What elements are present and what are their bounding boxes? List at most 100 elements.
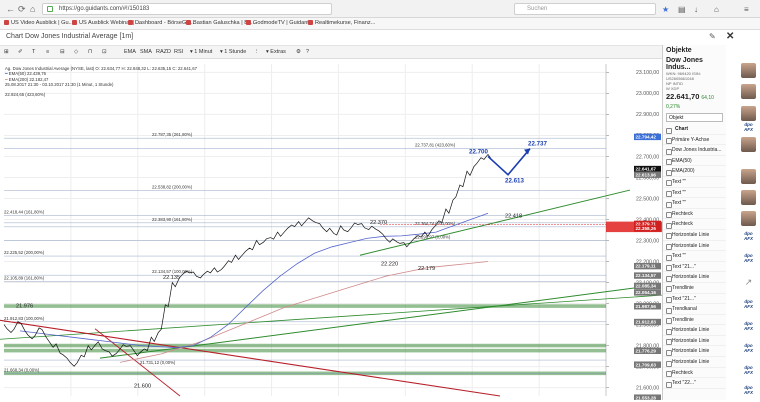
- object-list-item[interactable]: EMA(200): [663, 166, 726, 177]
- share-icon[interactable]: ✎: [709, 32, 716, 41]
- fib-level-label: 22.538,82 (200,00%): [152, 184, 193, 189]
- object-list-item[interactable]: Horizontale Linie: [663, 230, 726, 241]
- y-tick-label: 22.700,00: [636, 154, 659, 160]
- object-input[interactable]: Objekt: [666, 113, 723, 122]
- object-list-item[interactable]: Horizontale Linie: [663, 336, 726, 347]
- dpo-afx-logo[interactable]: dpo AFX: [741, 343, 756, 358]
- bookmark-item[interactable]: US Video Ausblick | Gu...: [4, 20, 73, 26]
- download-icon[interactable]: ↓: [694, 5, 698, 14]
- lines-icon[interactable]: ≡: [46, 49, 49, 55]
- object-list-item[interactable]: Primäre Y-Achse: [663, 135, 726, 146]
- fib-level-label: 22.105,89 (161,80%): [4, 275, 45, 280]
- avatar[interactable]: [741, 106, 756, 121]
- fib-level-label: 21.731,12 (0,00%): [140, 360, 176, 365]
- annotation-label: 22.135: [163, 275, 180, 281]
- annotation-label: 22.418: [505, 214, 522, 220]
- object-list-item[interactable]: EMA(50): [663, 156, 726, 167]
- object-list-item[interactable]: Trendlinie: [663, 283, 726, 294]
- magnet-icon[interactable]: ⊓: [88, 49, 92, 55]
- avatar[interactable]: [741, 169, 756, 184]
- instrument-price: 22.641,70 64,10 0,27%: [663, 91, 726, 111]
- object-list-item[interactable]: Text "": [663, 177, 726, 188]
- instrument-title[interactable]: Dow Jones Indus...: [663, 57, 726, 71]
- object-list-item[interactable]: Rechteck: [663, 209, 726, 220]
- interval-select[interactable]: ▾ 1 Minut: [190, 49, 212, 55]
- price-tag-label: 22.641,67: [636, 167, 657, 172]
- fib-icon[interactable]: ⊟: [60, 49, 65, 55]
- avatar[interactable]: [741, 84, 756, 99]
- object-list-item[interactable]: Text "": [663, 188, 726, 199]
- annotation-label: 22.220: [381, 261, 398, 267]
- dpo-afx-logo[interactable]: dpo AFX: [741, 122, 756, 137]
- object-list-item[interactable]: Horizontale Linie: [663, 325, 726, 336]
- object-list-item[interactable]: Chart: [663, 124, 726, 135]
- object-list-item[interactable]: Text "22...": [663, 378, 726, 389]
- bookmark-item[interactable]: GodmodeTV | Guidants: [246, 20, 312, 26]
- chart-legend: Ag. Dow Jones Industrial Average (NYSE, …: [5, 66, 197, 97]
- lock-tool-icon[interactable]: ⊡: [102, 49, 107, 55]
- draw-icon[interactable]: ✐: [18, 49, 23, 55]
- browser-search-input[interactable]: Suchen: [514, 3, 656, 15]
- dpo-afx-logo[interactable]: dpo AFX: [741, 365, 756, 380]
- library-icon[interactable]: ▤: [678, 5, 686, 14]
- help-icon[interactable]: ?: [306, 49, 309, 55]
- price-chart[interactable]: 23.100,0023.000,0022.900,0022.800,0022.7…: [0, 60, 663, 401]
- period-select[interactable]: ▾ 1 Stunde: [220, 49, 246, 55]
- object-list: Chart Primäre Y-Achse Dow Jones Industria.…: [663, 124, 726, 389]
- avatar[interactable]: [741, 190, 756, 205]
- object-list-item[interactable]: Text "": [663, 251, 726, 262]
- dpo-afx-logo[interactable]: dpo AFX: [741, 299, 756, 314]
- fib-level-label: 21.912,83 (100,00%): [4, 316, 45, 321]
- object-list-item[interactable]: Rechteck: [663, 368, 726, 379]
- dpo-afx-logo[interactable]: dpo AFX: [741, 321, 756, 336]
- close-icon[interactable]: ✕: [726, 31, 734, 42]
- bookmark-item[interactable]: Realtimekurse, Finanz...: [308, 20, 375, 26]
- legend-ema200-text: EMA(200) 22.182,47: [8, 76, 49, 82]
- url-input[interactable]: https://go.guidants.com/#!/150183: [42, 3, 332, 15]
- dpo-afx-logo[interactable]: dpo AFX: [741, 253, 756, 268]
- object-list-item[interactable]: Text "": [663, 198, 726, 209]
- settings-icon[interactable]: ⚙: [296, 49, 301, 55]
- object-list-item[interactable]: Horizontale Linie: [663, 346, 726, 358]
- add-icon[interactable]: ⊞: [4, 49, 9, 55]
- y-tick-label: 22.300,00: [636, 238, 659, 244]
- chart-area[interactable]: 23.100,0023.000,0022.900,0022.800,0022.7…: [0, 60, 663, 401]
- avatar[interactable]: [741, 137, 756, 152]
- avatar[interactable]: [741, 63, 756, 78]
- legend-daterange: 25.08.2017 21:30 - 03.10.2017 21:30 (1 M…: [5, 82, 114, 88]
- dpo-afx-logo[interactable]: dpo AFX: [741, 385, 756, 400]
- ema-button[interactable]: EMA: [124, 49, 136, 55]
- dpo-afx-logo[interactable]: dpo AFX: [741, 231, 756, 246]
- sma-button[interactable]: SMA: [140, 49, 152, 55]
- price-tag-label: 22.358,26: [636, 226, 657, 231]
- text-icon[interactable]: T: [32, 49, 35, 55]
- object-list-item[interactable]: Trendkanal: [663, 304, 726, 315]
- object-list-item[interactable]: Horizontale Linie: [663, 241, 726, 252]
- home-toolbar-icon[interactable]: ⌂: [714, 5, 719, 14]
- chart-toolbar: ⊞ ✐ T ≡ ⊟ ◇ ⊓ ⊡ EMA SMA RAZD RSI ▾ 1 Min…: [0, 45, 662, 59]
- shape-icon[interactable]: ◇: [74, 49, 78, 55]
- menu-icon[interactable]: ≡: [744, 5, 749, 14]
- price-tag-label: 21.987,56: [636, 304, 657, 309]
- avatar[interactable]: [741, 211, 756, 226]
- rsi-button[interactable]: RSI: [174, 49, 183, 55]
- object-list-item[interactable]: Dow Jones Industria...: [663, 145, 726, 156]
- extras-menu[interactable]: ▾ Extras: [266, 49, 286, 55]
- razd-button[interactable]: RAZD: [156, 49, 171, 55]
- object-list-item[interactable]: Rechteck: [663, 219, 726, 230]
- object-list-item[interactable]: Horizontale Linie: [663, 272, 726, 283]
- object-list-item[interactable]: Text "21...": [663, 294, 726, 305]
- home-icon[interactable]: ⌂: [30, 4, 35, 14]
- browser-toolbar: ← ⟳ ⌂ https://go.guidants.com/#!/150183 …: [0, 0, 760, 18]
- object-list-item[interactable]: Text "21...": [663, 262, 726, 273]
- object-list-item[interactable]: Horizontale Linie: [663, 357, 726, 368]
- back-arrow-icon[interactable]: ←: [6, 4, 15, 14]
- y-tick-label: 23.100,00: [636, 70, 659, 76]
- annotation-label: 21.976: [16, 304, 33, 310]
- chart-type-icon[interactable]: ⫶: [256, 49, 257, 56]
- bookmarks-bar: US Video Ausblick | Gu... US Ausblick We…: [0, 18, 760, 30]
- bookmark-star-icon[interactable]: ★: [662, 5, 669, 14]
- object-list-item[interactable]: Trendlinie: [663, 315, 726, 326]
- reload-icon[interactable]: ⟳: [18, 4, 26, 15]
- trend-icon[interactable]: ↗: [741, 277, 756, 292]
